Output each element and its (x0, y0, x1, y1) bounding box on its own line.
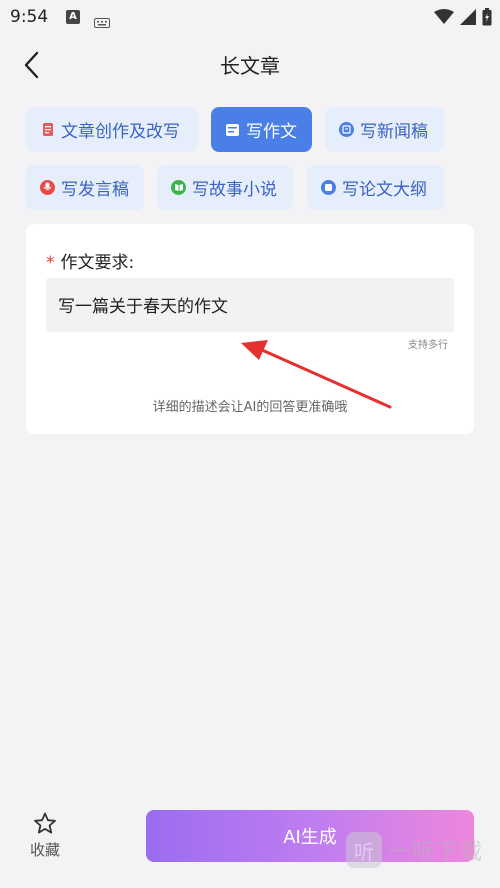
chip-label: 写作文 (246, 122, 297, 142)
header: 长文章 (0, 34, 500, 94)
status-time: 9:54 (10, 7, 49, 27)
essay-requirement-input[interactable] (46, 278, 454, 332)
page-title: 长文章 (220, 54, 280, 78)
keyboard-icon (94, 13, 110, 32)
battery-icon (482, 8, 492, 30)
signal-icon (460, 9, 476, 29)
ai-generate-button[interactable]: AI生成 (146, 810, 474, 862)
book-icon (171, 180, 186, 195)
multi-line-hint: 支持多行 (408, 340, 448, 351)
outline-icon (321, 180, 336, 195)
chip-write-outline[interactable]: 写论文大纲 (307, 165, 444, 210)
requirement-card: *作文要求: 支持多行 详细的描述会让AI的回答更准确哦 (26, 224, 474, 434)
requirement-label-text: 作文要求: (60, 253, 135, 273)
document-icon (40, 122, 55, 137)
requirement-label: * 作文要求: (46, 248, 134, 273)
chip-article-rewrite[interactable]: 文章创作及改写 (26, 107, 198, 152)
chip-label: 文章创作及改写 (61, 122, 180, 142)
chip-label: 写论文大纲 (342, 180, 427, 200)
news-icon (339, 122, 354, 137)
chip-label: 写故事小说 (192, 180, 277, 200)
required-mark: * (46, 253, 55, 273)
chip-write-news[interactable]: 写新闻稿 (325, 107, 444, 152)
page: 9:54 A 长文章 文章创作及改写 写作文 写新闻稿 写发言稿 写故事小说 写… (0, 0, 500, 888)
a-notification-icon: A (66, 10, 80, 24)
chip-write-speech[interactable]: 写发言稿 (26, 165, 144, 210)
chip-label: 写新闻稿 (360, 122, 428, 142)
status-bar: 9:54 A (0, 0, 500, 34)
wifi-icon (434, 9, 454, 29)
favorite-button[interactable]: 收藏 (24, 812, 66, 860)
description-hint: 详细的描述会让AI的回答更准确哦 (152, 400, 348, 415)
microphone-icon (40, 180, 55, 195)
favorite-label: 收藏 (29, 841, 60, 859)
chip-label: 写发言稿 (61, 180, 129, 200)
chip-write-story[interactable]: 写故事小说 (157, 165, 293, 210)
star-icon (34, 812, 56, 834)
essay-icon (225, 122, 240, 137)
chip-write-essay[interactable]: 写作文 (211, 107, 312, 152)
